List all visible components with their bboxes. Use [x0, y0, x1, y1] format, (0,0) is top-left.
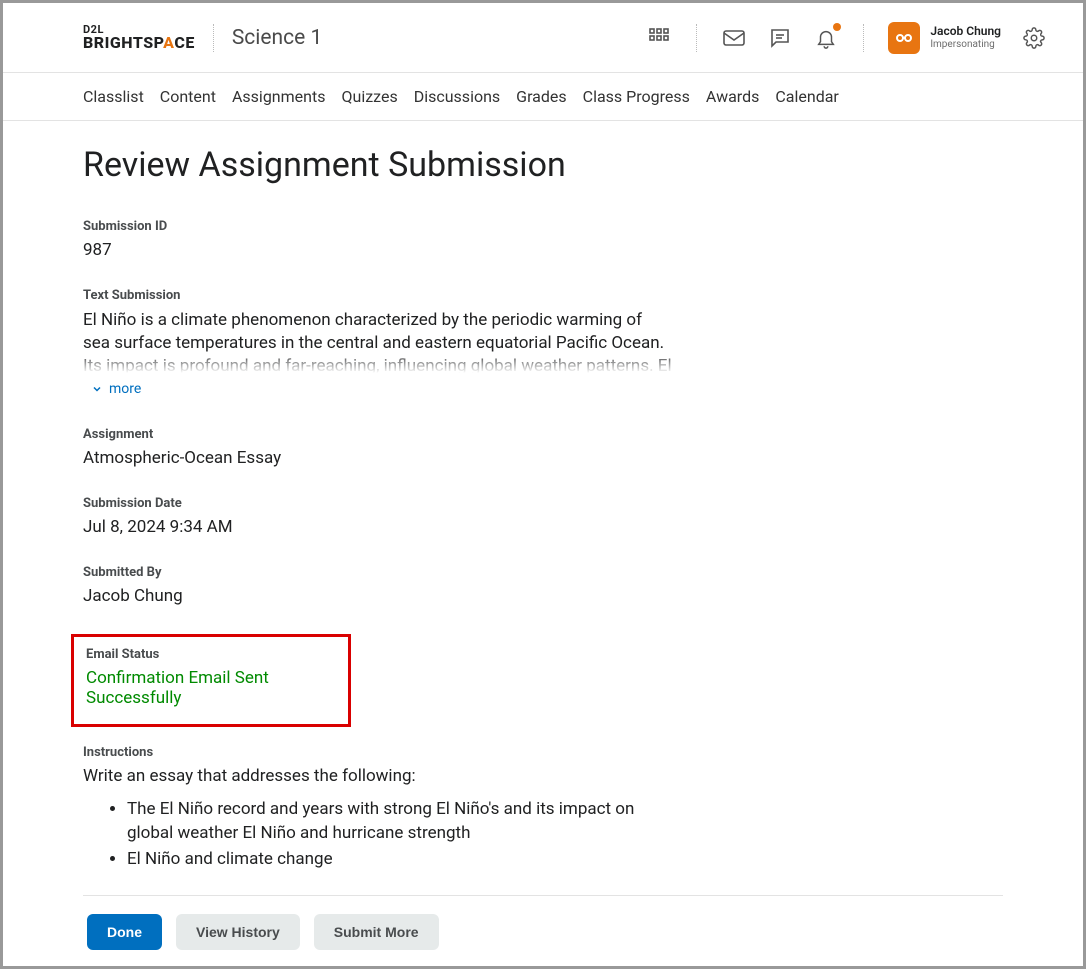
submission-date-label: Submission Date: [83, 496, 673, 511]
assignment-value: Atmospheric-Ocean Essay: [83, 448, 673, 468]
gear-icon[interactable]: [1021, 25, 1047, 51]
course-nav: Classlist Content Assignments Quizzes Di…: [3, 73, 1083, 121]
submission-date-value: Jul 8, 2024 9:34 AM: [83, 517, 673, 537]
submitted-by-value: Jacob Chung: [83, 586, 673, 606]
nav-quizzes[interactable]: Quizzes: [341, 87, 397, 106]
instructions-intro: Write an essay that addresses the follow…: [83, 766, 673, 786]
nav-classlist[interactable]: Classlist: [83, 87, 144, 106]
apps-icon[interactable]: [646, 25, 672, 51]
instructions-label: Instructions: [83, 745, 673, 760]
top-icons: Jacob Chung Impersonating: [646, 22, 1047, 54]
nav-class-progress[interactable]: Class Progress: [583, 87, 690, 106]
main-content: Review Assignment Submission Submission …: [3, 121, 1083, 950]
top-bar: D2L BRIGHTSPACE Science 1: [3, 3, 1083, 73]
user-menu[interactable]: Jacob Chung Impersonating: [888, 22, 1001, 54]
instructions-list: The El Niño record and years with strong…: [127, 798, 673, 871]
action-buttons: Done View History Submit More: [87, 914, 1003, 950]
view-history-button[interactable]: View History: [176, 914, 300, 950]
nav-calendar[interactable]: Calendar: [775, 87, 838, 106]
submission-date-block: Submission Date Jul 8, 2024 9:34 AM: [83, 496, 673, 537]
instruction-item: The El Niño record and years with strong…: [127, 798, 657, 846]
submitted-by-block: Submitted By Jacob Chung: [83, 565, 673, 606]
logo-line-2: BRIGHTSPACE: [83, 35, 195, 51]
assignment-label: Assignment: [83, 427, 673, 442]
text-submission-value: El Niño is a climate phenomenon characte…: [83, 309, 673, 373]
separator: [213, 24, 214, 52]
course-title[interactable]: Science 1: [232, 26, 322, 50]
user-sub: Impersonating: [930, 39, 1001, 51]
more-toggle[interactable]: more: [91, 381, 141, 397]
user-name: Jacob Chung: [930, 24, 1001, 38]
notification-badge: [833, 23, 841, 31]
submission-id-block: Submission ID 987: [83, 219, 673, 260]
nav-awards[interactable]: Awards: [706, 87, 759, 106]
chevron-down-icon: [91, 383, 103, 395]
text-fade: [83, 351, 673, 373]
nav-assignments[interactable]: Assignments: [232, 87, 326, 106]
nav-grades[interactable]: Grades: [516, 87, 566, 106]
mail-icon[interactable]: [721, 25, 747, 51]
submitted-by-label: Submitted By: [83, 565, 673, 580]
separator: [863, 24, 864, 52]
notifications-icon[interactable]: [813, 25, 839, 51]
divider: [83, 895, 1003, 896]
messages-icon[interactable]: [767, 25, 793, 51]
page-title: Review Assignment Submission: [83, 145, 1003, 185]
brand-logo[interactable]: D2L BRIGHTSPACE: [83, 24, 195, 51]
user-text: Jacob Chung Impersonating: [930, 24, 1001, 50]
text-submission-block: Text Submission El Niño is a climate phe…: [83, 288, 673, 399]
email-status-highlight: Email Status Confirmation Email Sent Suc…: [71, 634, 351, 727]
instructions-block: Instructions Write an essay that address…: [83, 745, 673, 871]
submission-id-value: 987: [83, 240, 673, 260]
nav-content[interactable]: Content: [160, 87, 216, 106]
email-status-value: Confirmation Email Sent Successfully: [86, 668, 340, 708]
submit-more-button[interactable]: Submit More: [314, 914, 439, 950]
avatar: [888, 22, 920, 54]
submission-id-label: Submission ID: [83, 219, 673, 234]
email-status-label: Email Status: [86, 647, 340, 662]
nav-discussions[interactable]: Discussions: [414, 87, 500, 106]
assignment-block: Assignment Atmospheric-Ocean Essay: [83, 427, 673, 468]
instruction-item: El Niño and climate change: [127, 848, 657, 872]
separator: [696, 24, 697, 52]
done-button[interactable]: Done: [87, 914, 162, 950]
text-submission-label: Text Submission: [83, 288, 673, 303]
